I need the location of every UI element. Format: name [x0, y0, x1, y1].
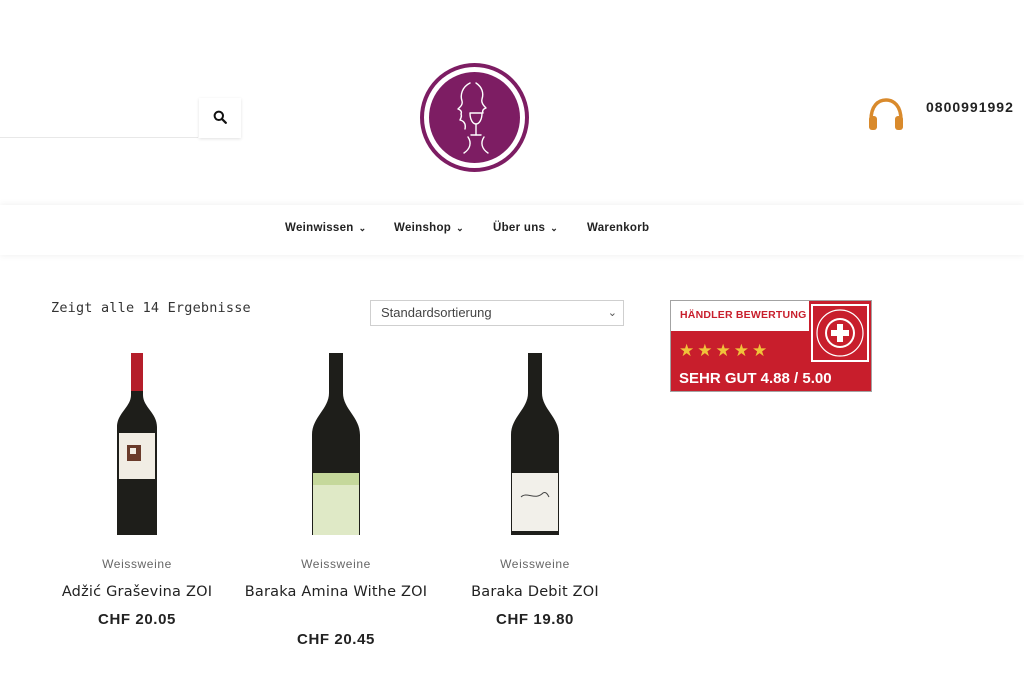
product-category[interactable]: Weissweine	[37, 557, 237, 571]
phone-number[interactable]: 0800991992	[926, 99, 1014, 115]
contact-phone[interactable]: 0800991992	[866, 96, 1024, 136]
nav-item-weinwissen[interactable]: Weinwissen ⌄	[285, 222, 366, 234]
product-image[interactable]	[236, 345, 436, 540]
product-name[interactable]: Baraka Amina Withe ZOI	[236, 582, 436, 603]
main-navigation: Weinwissen ⌄ Weinshop ⌄ Über uns ⌄ Warenkor…	[0, 205, 1024, 255]
search-input[interactable]	[0, 98, 198, 138]
search-icon	[213, 110, 227, 127]
nav-item-weinshop[interactable]: Weinshop ⌄	[394, 222, 464, 234]
nav-label: Über uns	[493, 222, 546, 234]
product-name[interactable]: Baraka Debit ZOI	[435, 582, 635, 603]
product-price: CHF 20.45	[297, 631, 375, 648]
badge-title: HÄNDLER BEWERTUNG	[680, 309, 807, 321]
product-price: CHF 19.80	[496, 611, 574, 628]
nav-label: Warenkorb	[587, 222, 650, 234]
product-category[interactable]: Weissweine	[236, 557, 436, 571]
chevron-down-icon: ⌄	[607, 307, 617, 319]
sort-select[interactable]: Standardsortierung ⌄	[370, 300, 624, 326]
merchant-rating-badge[interactable]: HÄNDLER BEWERTUNG ★★★★★ SEHR GUT 4.88 / …	[670, 300, 872, 392]
nav-item-warenkorb[interactable]: Warenkorb	[587, 222, 649, 234]
badge-title-area: HÄNDLER BEWERTUNG	[671, 301, 809, 331]
product-price: CHF 20.05	[98, 611, 176, 628]
sort-selected-value: Standardsortierung	[381, 305, 492, 320]
search-button[interactable]	[199, 98, 241, 138]
results-count: Zeigt alle 14 Ergebnisse	[51, 300, 251, 316]
chevron-down-icon: ⌄	[550, 223, 559, 233]
nav-item-ueber-uns[interactable]: Über uns ⌄	[493, 222, 558, 234]
wine-glass-face-icon	[456, 81, 489, 154]
site-logo[interactable]	[420, 63, 529, 172]
swiss-shop-seal-icon	[811, 304, 869, 362]
rating-stars: ★★★★★	[679, 341, 771, 361]
product-name[interactable]: Adžić Graševina ZOI	[37, 582, 237, 603]
product-card[interactable]: Weissweine Baraka Amina Withe ZOI CHF 20…	[236, 345, 436, 648]
product-card[interactable]: Weissweine Adžić Graševina ZOI CHF 20.05	[37, 345, 237, 628]
product-image[interactable]	[37, 345, 237, 540]
nav-label: Weinwissen	[285, 222, 354, 234]
headset-icon	[866, 96, 906, 134]
logo-emblem	[429, 72, 520, 163]
chevron-down-icon: ⌄	[358, 223, 367, 233]
product-image[interactable]	[435, 345, 635, 540]
product-category[interactable]: Weissweine	[435, 557, 635, 571]
site-header: 0800991992	[0, 0, 1024, 205]
search-bar	[0, 98, 242, 138]
product-card[interactable]: Weissweine Baraka Debit ZOI CHF 19.80	[435, 345, 635, 628]
chevron-down-icon: ⌄	[456, 223, 464, 233]
nav-label: Weinshop	[394, 222, 452, 234]
rating-score: SEHR GUT 4.88 / 5.00	[679, 370, 832, 387]
